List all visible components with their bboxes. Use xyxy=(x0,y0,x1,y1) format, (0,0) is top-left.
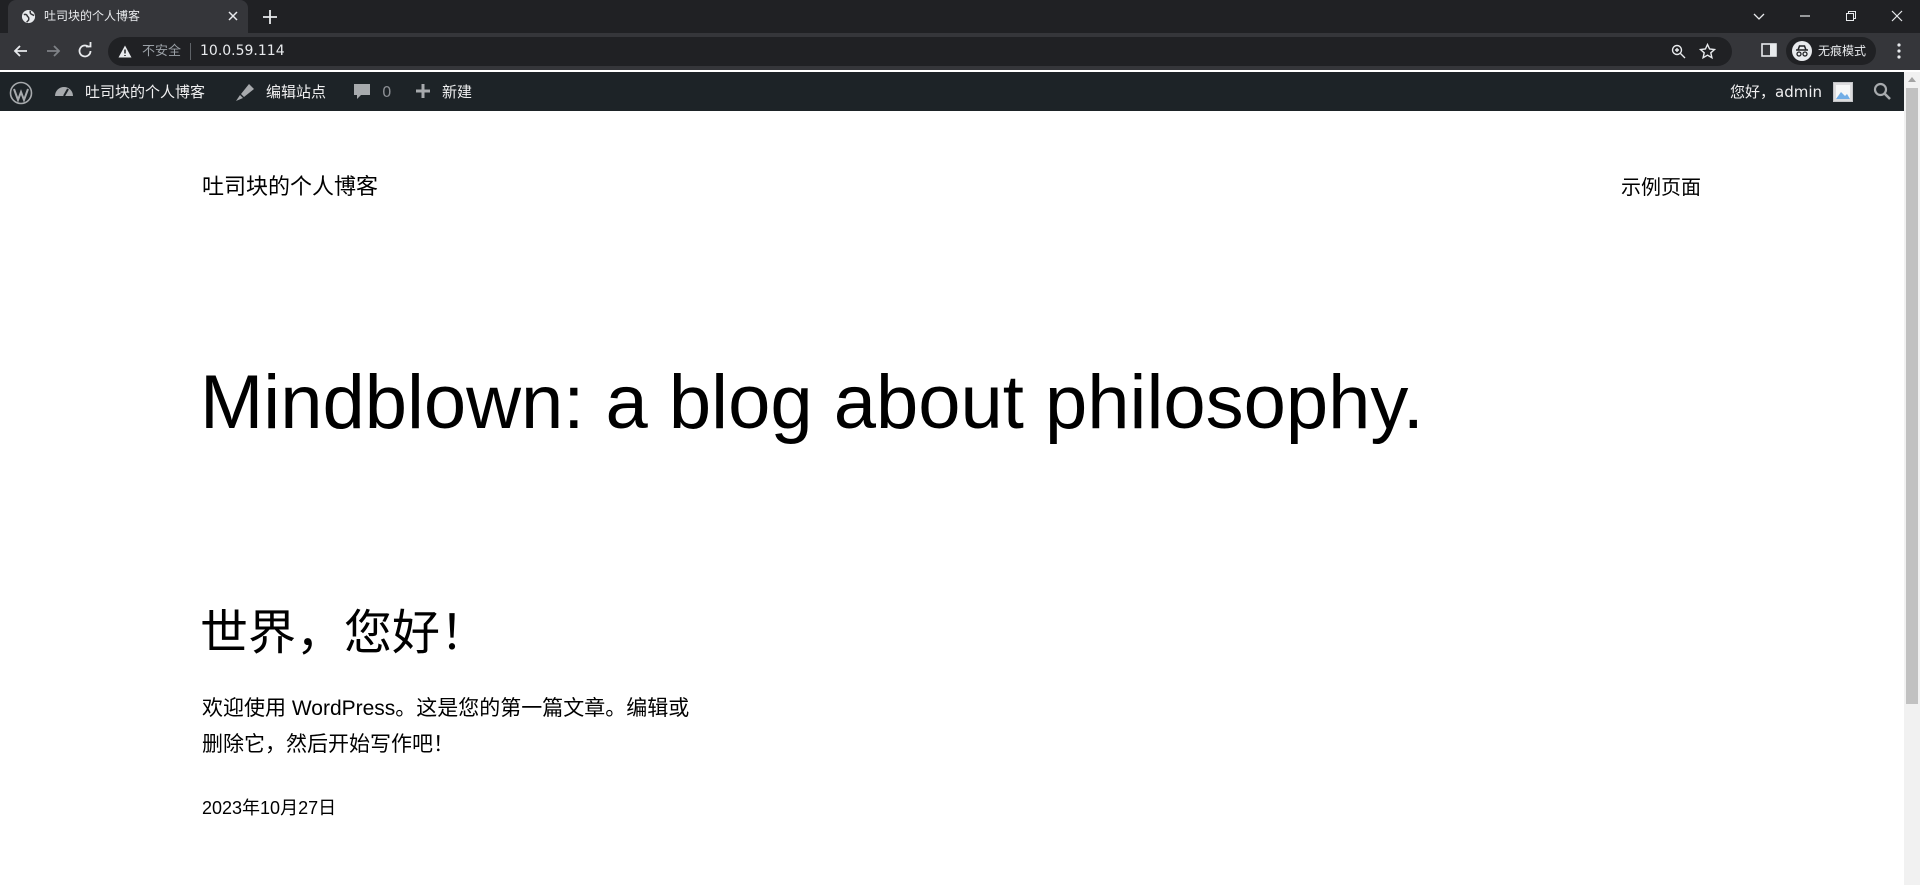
admin-bar-search[interactable] xyxy=(1870,72,1900,111)
comments-count: 0 xyxy=(382,83,392,101)
zoom-icon[interactable] xyxy=(1671,44,1686,59)
post-date[interactable]: 2023年10月27日 xyxy=(202,796,336,820)
divider xyxy=(190,43,191,60)
restore-button[interactable] xyxy=(1828,0,1874,33)
globe-icon xyxy=(21,9,36,24)
post-title-link[interactable]: 世界，您好！ xyxy=(200,605,488,663)
page-content: 吐司块的个人博客 示例页面 Mindblown: a blog about ph… xyxy=(0,111,1904,885)
tab-strip: 吐司块的个人博客 xyxy=(0,0,1920,33)
warning-icon xyxy=(118,45,132,58)
close-icon xyxy=(1891,10,1903,22)
new-tab-icon[interactable] xyxy=(260,7,280,27)
security-status[interactable]: 不安全 xyxy=(142,44,181,59)
dashboard-icon xyxy=(55,87,73,97)
avatar xyxy=(1833,82,1853,102)
back-arrow-icon[interactable] xyxy=(11,41,31,61)
minimize-button[interactable] xyxy=(1782,0,1828,33)
chevron-down-icon xyxy=(1753,13,1765,20)
scrollbar-thumb[interactable] xyxy=(1906,88,1918,704)
minimize-icon xyxy=(1800,15,1810,17)
wordpress-logo-icon xyxy=(9,81,33,105)
incognito-label: 无痕模式 xyxy=(1818,44,1867,58)
nav-item-sample-page[interactable]: 示例页面 xyxy=(1621,175,1701,201)
restore-icon xyxy=(1846,11,1856,21)
incognito-icon xyxy=(1792,41,1812,61)
side-panel-icon[interactable] xyxy=(1760,41,1778,59)
scroll-up-arrow-icon[interactable] xyxy=(1908,76,1916,82)
admin-bar-my-account[interactable]: 您好，admin xyxy=(1730,72,1856,111)
forward-arrow-icon[interactable] xyxy=(43,41,63,61)
brush-icon xyxy=(236,84,254,101)
comment-icon xyxy=(354,84,370,99)
tab-title: 吐司块的个人博客 xyxy=(44,9,141,23)
new-label: 新建 xyxy=(442,83,473,101)
admin-bar-comments[interactable]: 0 xyxy=(352,72,397,111)
more-menu-icon[interactable] xyxy=(1890,42,1908,60)
greeting-text: 您好，admin xyxy=(1730,83,1822,101)
search-icon xyxy=(1873,82,1891,100)
bookmark-star-icon[interactable] xyxy=(1699,43,1716,60)
edit-site-label: 编辑站点 xyxy=(266,83,327,101)
admin-bar-site-name[interactable]: 吐司块的个人博客 xyxy=(52,72,222,111)
page-scrollbar[interactable] xyxy=(1904,72,1920,885)
close-tab-icon[interactable] xyxy=(224,7,242,25)
admin-bar-new[interactable]: 新建 xyxy=(413,72,483,111)
address-bar[interactable]: 不安全 10.0.59.114 xyxy=(108,37,1732,66)
hero-heading: Mindblown: a blog about philosophy. xyxy=(200,360,1424,445)
tab-search-button[interactable] xyxy=(1736,0,1782,33)
browser-toolbar: 不安全 10.0.59.114 无痕模式 xyxy=(0,33,1920,70)
reload-icon[interactable] xyxy=(75,41,95,61)
wp-admin-bar: 吐司块的个人博客 编辑站点 0 新建 您好，admin xyxy=(0,72,1920,111)
site-title-link[interactable]: 吐司块的个人博客 xyxy=(202,173,378,201)
plus-icon xyxy=(416,84,430,98)
post-excerpt: 欢迎使用 WordPress。这是您的第一篇文章。编辑或删除它，然后开始写作吧！ xyxy=(202,697,690,756)
close-window-button[interactable] xyxy=(1874,0,1920,33)
url-text[interactable]: 10.0.59.114 xyxy=(200,43,285,60)
incognito-indicator[interactable]: 无痕模式 xyxy=(1786,37,1876,65)
wp-logo-menu[interactable] xyxy=(0,72,42,111)
admin-bar-edit-site[interactable]: 编辑站点 xyxy=(234,72,334,111)
admin-bar-site-label: 吐司块的个人博客 xyxy=(85,83,206,101)
browser-tab-active[interactable]: 吐司块的个人博客 xyxy=(8,0,248,33)
